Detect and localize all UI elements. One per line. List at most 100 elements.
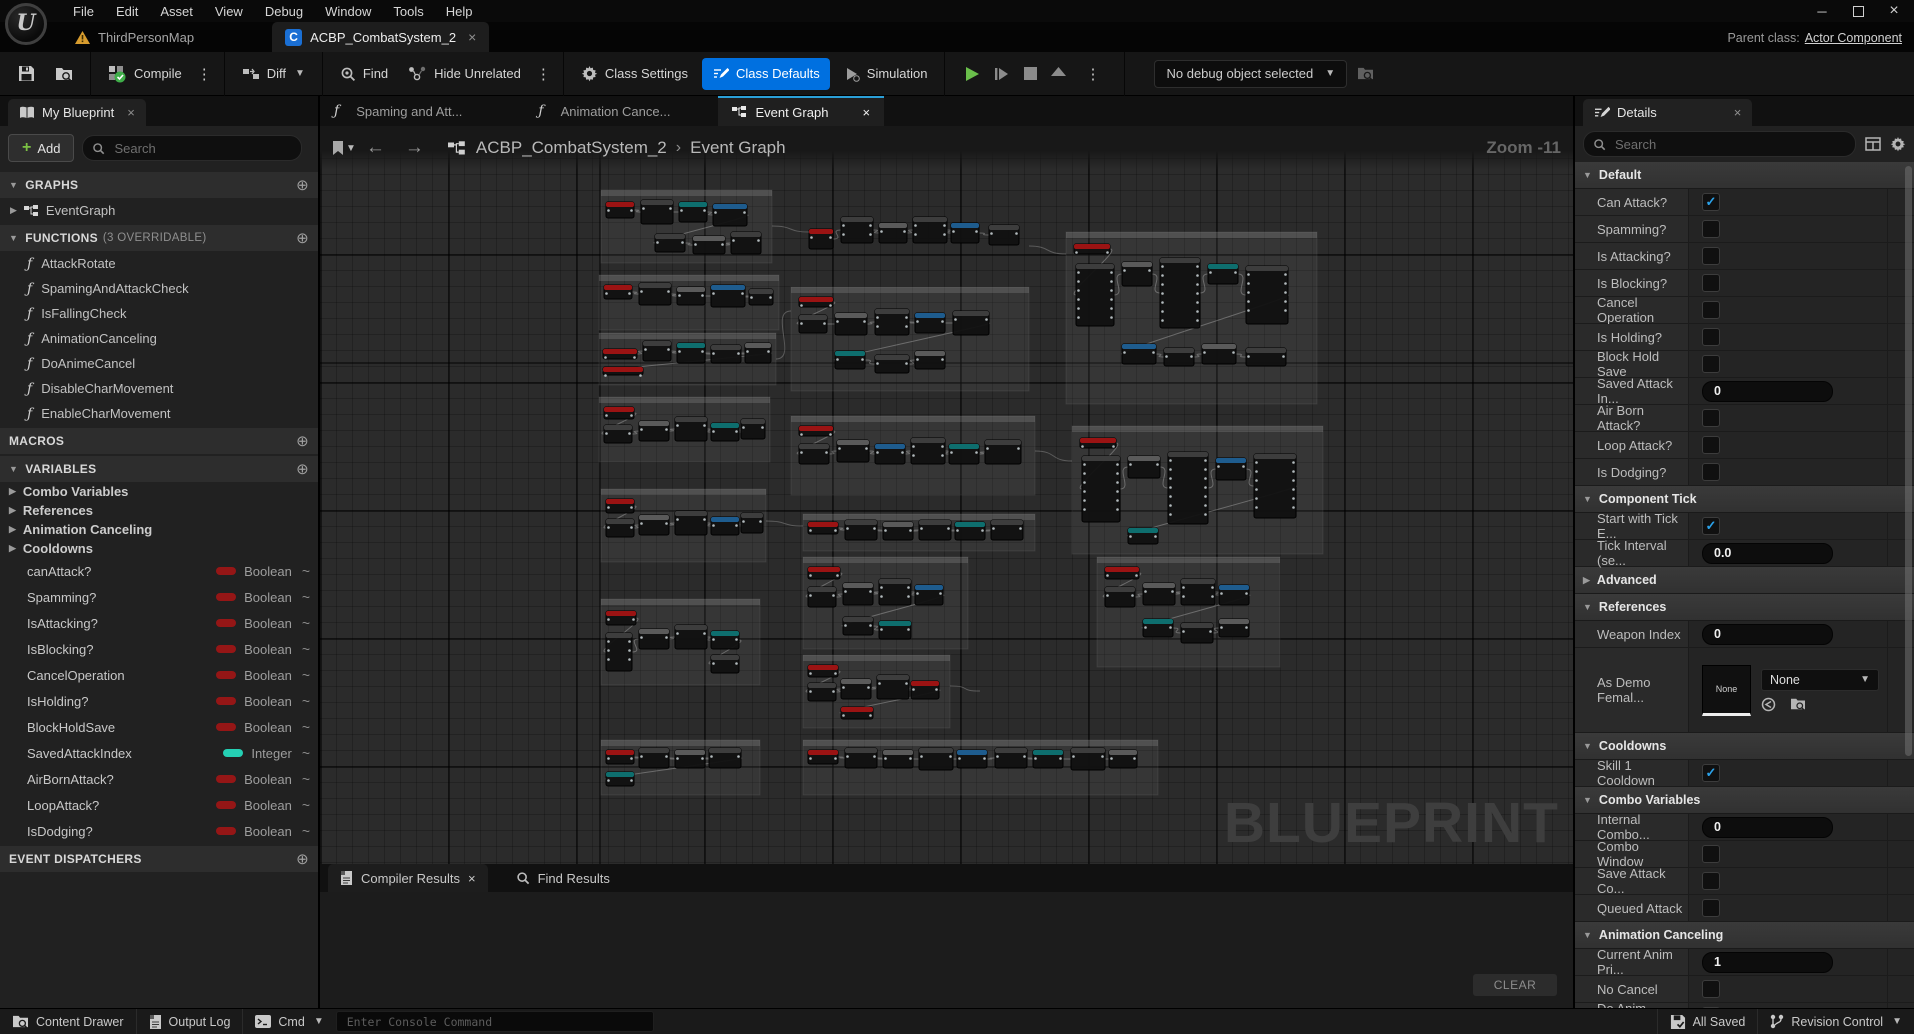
compile-options-kebab[interactable]: ⋮ (192, 65, 217, 83)
checkbox[interactable]: ✓ (1702, 247, 1720, 265)
checkbox[interactable]: ✓ (1702, 899, 1720, 917)
function-item[interactable]: ƒ EnableCharMovement (0, 401, 318, 426)
add-dispatcher-icon[interactable]: ⊕ (296, 850, 309, 868)
variable-item[interactable]: IsAttacking? Boolean ~ (0, 610, 318, 636)
breadcrumb-root[interactable]: ACBP_CombatSystem_2 (476, 138, 667, 158)
details-search[interactable] (1583, 131, 1856, 157)
blueprint-search[interactable] (82, 135, 302, 161)
graphs-header[interactable]: ▼GRAPHS⊕ (0, 172, 318, 198)
graph-item-eventgraph[interactable]: ▶ EventGraph (0, 198, 318, 223)
save-button[interactable] (8, 58, 45, 90)
browse-content-button[interactable] (45, 58, 83, 90)
simulation-button[interactable]: Simulation (834, 58, 938, 90)
checkbox[interactable]: ✓ (1702, 980, 1720, 998)
tab-animation-cancel[interactable]: ƒAnimation Cance... (524, 96, 684, 126)
add-variable-icon[interactable]: ⊕ (296, 460, 309, 478)
parent-class-link[interactable]: Actor Component (1805, 31, 1902, 45)
add-button[interactable]: +Add (8, 134, 74, 162)
variable-item[interactable]: canAttack? Boolean ~ (0, 558, 318, 584)
close-button[interactable]: × (1880, 2, 1908, 20)
asset-dropdown[interactable]: None▼ (1761, 669, 1879, 691)
unreal-logo-icon[interactable]: U (5, 3, 47, 45)
class-settings-button[interactable]: Class Settings (571, 58, 698, 90)
checkbox[interactable]: ✓ (1702, 328, 1720, 346)
menu-help[interactable]: Help (435, 1, 484, 22)
search-input[interactable] (112, 140, 292, 157)
play-button[interactable] (964, 66, 980, 82)
function-item[interactable]: ƒ AttackRotate (0, 251, 318, 276)
frame-skip-button[interactable] (994, 67, 1010, 81)
diff-button[interactable]: Diff▼ (232, 58, 315, 90)
close-icon[interactable]: × (468, 871, 476, 886)
cmd-selector[interactable]: Cmd▼ (243, 1009, 335, 1034)
expand-arrow-icon[interactable]: ▶ (10, 205, 17, 216)
tab-find-results[interactable]: Find Results (504, 864, 622, 892)
event-dispatchers-header[interactable]: EVENT DISPATCHERS⊕ (0, 846, 318, 872)
category-header[interactable]: ▼ Animation Canceling (1575, 922, 1914, 949)
find-button[interactable]: Find (330, 58, 398, 90)
variable-item[interactable]: CancelOperation Boolean ~ (0, 662, 318, 688)
variable-category[interactable]: ▶ Animation Canceling (0, 520, 318, 539)
variable-category[interactable]: ▶ Combo Variables (0, 482, 318, 501)
menu-edit[interactable]: Edit (105, 1, 149, 22)
variable-category[interactable]: ▶ Cooldowns (0, 539, 318, 558)
checkbox[interactable]: ✓ (1702, 301, 1720, 319)
value-field[interactable]: 0.0 (1702, 543, 1833, 564)
console-input[interactable] (345, 1014, 645, 1030)
variable-item[interactable]: IsDodging? Boolean ~ (0, 818, 318, 844)
eject-button[interactable] (1051, 67, 1066, 80)
console-command-box[interactable] (336, 1011, 654, 1032)
category-header[interactable]: ▶ Advanced (1575, 567, 1914, 594)
function-item[interactable]: ƒ SpamingAndAttackCheck (0, 276, 318, 301)
variable-item[interactable]: SavedAttackIndex Integer ~ (0, 740, 318, 766)
close-icon[interactable]: × (1734, 105, 1742, 120)
settings-gear-icon[interactable] (1890, 136, 1906, 152)
value-field[interactable]: 0 (1702, 817, 1833, 838)
menu-window[interactable]: Window (314, 1, 382, 22)
add-graph-icon[interactable]: ⊕ (296, 176, 309, 194)
checkbox[interactable]: ✓ (1702, 517, 1720, 535)
graph-canvas[interactable]: ▼ ← → ACBP_CombatSystem_2 › Event Graph … (320, 126, 1573, 864)
asset-thumbnail[interactable]: None (1702, 665, 1751, 716)
tab-event-graph[interactable]: Event Graph × (718, 96, 884, 126)
value-field[interactable]: 1 (1702, 952, 1833, 973)
back-arrow-icon[interactable]: ← (366, 137, 385, 159)
content-drawer-button[interactable]: Content Drawer (0, 1009, 136, 1034)
bookmark-icon[interactable] (332, 141, 344, 155)
play-options-kebab[interactable]: ⋮ (1080, 65, 1105, 83)
function-item[interactable]: ƒ DisableCharMovement (0, 376, 318, 401)
variable-item[interactable]: BlockHoldSave Boolean ~ (0, 714, 318, 740)
function-item[interactable]: ƒ AnimationCanceling (0, 326, 318, 351)
function-item[interactable]: ƒ DoAnimeCancel (0, 351, 318, 376)
output-log-button[interactable]: Output Log (137, 1009, 243, 1034)
use-selected-asset-icon[interactable] (1761, 697, 1776, 712)
category-header[interactable]: ▼ Combo Variables (1575, 787, 1914, 814)
checkbox[interactable]: ✓ (1702, 193, 1720, 211)
debug-object-dropdown[interactable]: No debug object selected▼ (1154, 60, 1347, 88)
details-search-input[interactable] (1613, 136, 1846, 153)
checkbox[interactable]: ✓ (1702, 220, 1720, 238)
value-field[interactable]: 0 (1702, 624, 1833, 645)
menu-asset[interactable]: Asset (149, 1, 204, 22)
menu-debug[interactable]: Debug (254, 1, 314, 22)
checkbox[interactable]: ✓ (1702, 274, 1720, 292)
functions-header[interactable]: ▼FUNCTIONS(3 OVERRIDABLE)⊕ (0, 225, 318, 251)
bookmark-chevron-icon[interactable]: ▼ (346, 143, 356, 154)
class-defaults-button[interactable]: Class Defaults (702, 58, 830, 90)
stop-button[interactable] (1024, 67, 1037, 80)
restore-button[interactable] (1844, 2, 1872, 20)
minimize-button[interactable]: ─ (1808, 2, 1836, 20)
display-options-icon[interactable] (1865, 137, 1881, 151)
hide-unrelated-button[interactable]: Hide Unrelated (398, 58, 531, 90)
checkbox[interactable]: ✓ (1702, 463, 1720, 481)
checkbox[interactable]: ✓ (1702, 409, 1720, 427)
browse-asset-icon[interactable] (1790, 697, 1806, 711)
details-scrollbar[interactable] (1905, 166, 1912, 756)
checkbox[interactable]: ✓ (1702, 355, 1720, 373)
close-tab-icon[interactable]: × (862, 105, 870, 120)
debug-browse-button[interactable] (1347, 58, 1384, 90)
close-icon[interactable]: × (127, 105, 135, 120)
add-macro-icon[interactable]: ⊕ (296, 432, 309, 450)
macros-header[interactable]: MACROS⊕ (0, 428, 318, 454)
value-field[interactable]: 0 (1702, 381, 1833, 402)
